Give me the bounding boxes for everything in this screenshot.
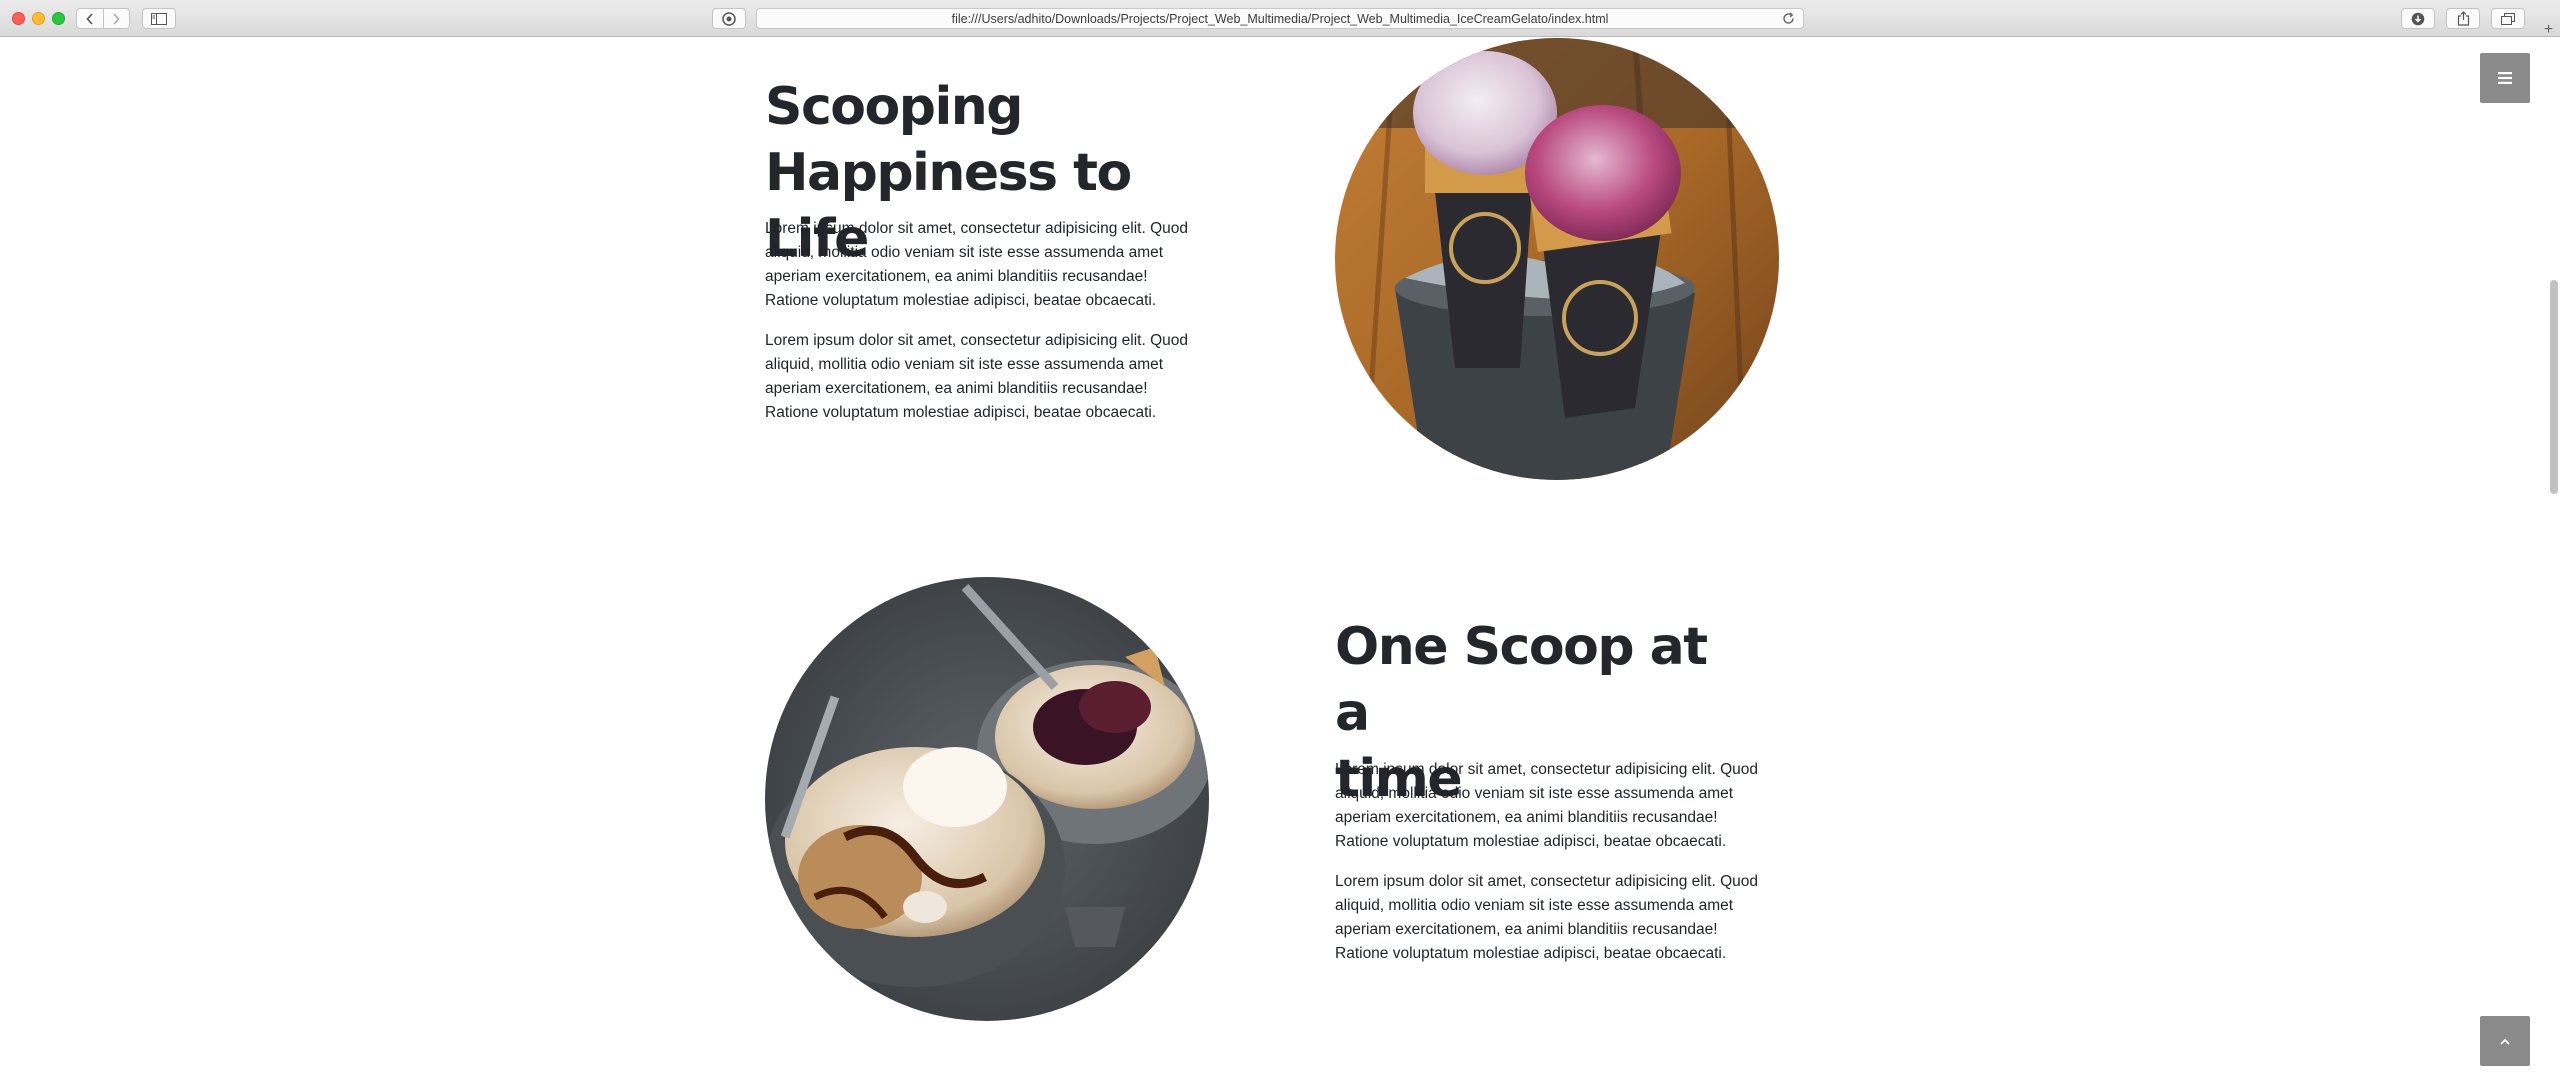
- history-nav: [76, 8, 130, 29]
- reload-icon[interactable]: [1782, 12, 1795, 25]
- browser-toolbar: file:///Users/adhito/Downloads/Projects/…: [0, 0, 2560, 38]
- section-1-paragraph-2: Lorem ipsum dolor sit amet, consectetur …: [765, 332, 1189, 421]
- minimize-window-button[interactable]: [32, 12, 45, 25]
- section-1-paragraph-1: Lorem ipsum dolor sit amet, consectetur …: [765, 220, 1189, 309]
- address-bar[interactable]: file:///Users/adhito/Downloads/Projects/…: [756, 8, 1804, 29]
- section-1-title-line-1: Scooping: [765, 77, 1024, 137]
- page-scrollbar[interactable]: [2550, 280, 2558, 494]
- sidebar-toggle-button[interactable]: [142, 8, 176, 29]
- share-button[interactable]: [2446, 8, 2480, 29]
- downloads-button[interactable]: [2401, 8, 2435, 29]
- section-2-paragraph-2: Lorem ipsum dolor sit amet, consectetur …: [1335, 873, 1759, 962]
- sidebar-icon: [151, 12, 167, 25]
- back-to-top-button[interactable]: [2480, 1016, 2530, 1066]
- page-content: Scooping Happiness to Life Lorem ipsum d…: [0, 38, 2560, 1080]
- url-text: file:///Users/adhito/Downloads/Projects/…: [951, 11, 1609, 26]
- new-tab-button[interactable]: +: [2537, 20, 2560, 38]
- back-button[interactable]: [77, 9, 103, 28]
- tabs-icon: [2501, 12, 2515, 25]
- forward-button[interactable]: [102, 9, 129, 28]
- menu-toggle-button[interactable]: [2480, 53, 2530, 103]
- share-icon: [2457, 11, 2469, 26]
- chevron-left-icon: [86, 12, 93, 25]
- reader-button[interactable]: [712, 8, 746, 29]
- zoom-window-button[interactable]: [52, 12, 65, 25]
- reader-icon: [722, 11, 736, 26]
- ice-cream-sundae-image: [765, 577, 1209, 1021]
- hamburger-menu-icon: [2498, 72, 2512, 84]
- download-icon: [2411, 12, 2425, 25]
- chevron-right-icon: [113, 12, 121, 25]
- section-2-title-line-1: One Scoop at a: [1335, 617, 1708, 743]
- close-window-button[interactable]: [12, 12, 25, 25]
- plus-icon: +: [2543, 20, 2554, 38]
- tab-overview-button[interactable]: [2491, 8, 2525, 29]
- ice-cream-cones-image: [1335, 38, 1779, 480]
- chevron-up-icon: [2500, 1038, 2510, 1045]
- section-2-paragraph-1: Lorem ipsum dolor sit amet, consectetur …: [1335, 761, 1759, 850]
